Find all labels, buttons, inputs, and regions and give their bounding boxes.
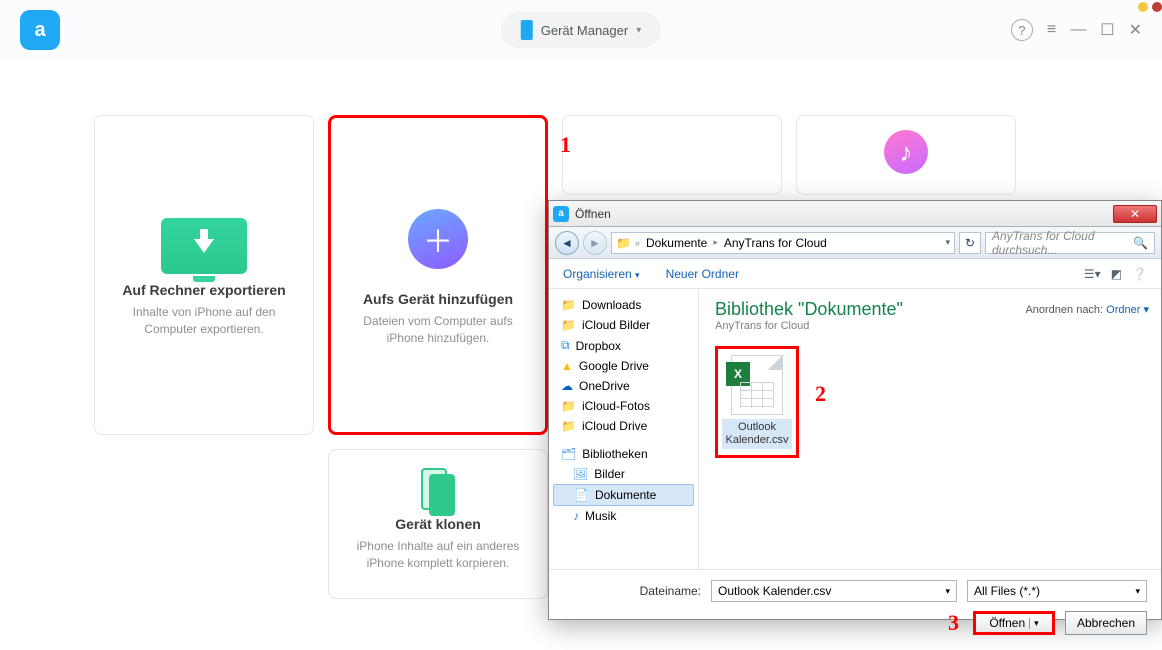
folder-icon: 📁	[561, 298, 576, 312]
search-placeholder: AnyTrans for Cloud durchsuch...	[992, 229, 1133, 257]
folder-tree: 📁Downloads 📁iCloud Bilder ⧉Dropbox ▲Goog…	[549, 289, 699, 569]
phone-icon	[521, 20, 533, 40]
dropbox-icon: ⧉	[561, 338, 570, 353]
app-topbar: a Gerät Manager ▾ ? ≡ — ☐ ✕	[0, 0, 1162, 60]
app-logo: a	[20, 10, 60, 50]
file-list-pane: Bibliothek "Dokumente" AnyTrans for Clou…	[699, 289, 1161, 569]
google-drive-icon: ▲	[561, 359, 573, 373]
file-outlook-kalender[interactable]: X Outlook Kalender.csv	[715, 346, 799, 458]
dialog-app-icon: a	[553, 206, 569, 222]
filename-label: Dateiname:	[640, 584, 701, 598]
organize-menu[interactable]: Organisieren ▾	[563, 267, 640, 281]
folder-icon: 📁	[561, 318, 576, 332]
tree-downloads[interactable]: 📁Downloads	[553, 295, 694, 315]
preview-pane-icon[interactable]: ◩	[1111, 267, 1122, 281]
view-mode-icon[interactable]: ☰▾	[1084, 267, 1101, 281]
folder-icon: 📁	[561, 399, 576, 413]
bc-sep: «	[635, 238, 640, 248]
card-clone-desc: iPhone Inhalte auf ein anderes iPhone ko…	[347, 538, 529, 572]
help-small-icon[interactable]: ❔	[1132, 267, 1147, 281]
music-lib-icon: ♪	[573, 509, 579, 523]
dialog-nav: ◄ ► 📁 « Dokumente ▸ AnyTrans for Cloud ▾…	[549, 227, 1161, 259]
new-folder-button[interactable]: Neuer Ordner	[666, 267, 739, 281]
phone-stack-icon	[421, 468, 455, 516]
filename-input[interactable]: Outlook Kalender.csv▾	[711, 580, 957, 602]
card-music[interactable]: ♪	[796, 115, 1016, 195]
tree-musik[interactable]: ♪Musik	[553, 506, 694, 526]
device-selector[interactable]: Gerät Manager ▾	[501, 12, 661, 48]
menu-icon[interactable]: ≡	[1047, 21, 1056, 39]
content-subheading: AnyTrans for Cloud	[715, 320, 1145, 332]
tree-dropbox[interactable]: ⧉Dropbox	[553, 335, 694, 356]
card-clone[interactable]: Gerät klonen iPhone Inhalte auf ein ande…	[328, 449, 548, 599]
music-icon: ♪	[884, 130, 928, 174]
chevron-down-icon: ▾	[636, 25, 641, 36]
card-hidden-1	[562, 115, 782, 195]
cancel-button[interactable]: Abbrechen	[1065, 611, 1147, 635]
nav-back-button[interactable]: ◄	[555, 231, 579, 255]
folder-icon: 📁	[561, 419, 576, 433]
open-button[interactable]: Öffnen ▾	[973, 611, 1055, 635]
dialog-close-button[interactable]: ✕	[1113, 205, 1157, 223]
dialog-body: 📁Downloads 📁iCloud Bilder ⧉Dropbox ▲Goog…	[549, 289, 1161, 569]
annotation-2: 2	[815, 381, 826, 407]
plus-icon: ＋	[408, 209, 468, 269]
annotation-1: 1	[560, 132, 571, 158]
tree-dokumente[interactable]: 📄Dokumente	[553, 484, 694, 506]
nav-forward-button[interactable]: ►	[583, 231, 607, 255]
libraries-icon: 🗂	[561, 447, 576, 461]
annotation-3: 3	[948, 610, 959, 636]
onedrive-icon: ☁	[561, 379, 573, 393]
dialog-toolbar: Organisieren ▾ Neuer Ordner ☰▾ ◩ ❔	[549, 259, 1161, 289]
card-add-title: Aufs Gerät hinzufügen	[363, 291, 513, 307]
breadcrumb[interactable]: 📁 « Dokumente ▸ AnyTrans for Cloud ▾	[611, 232, 955, 254]
maximize-icon[interactable]: ☐	[1100, 20, 1114, 40]
file-open-dialog: a Öffnen ✕ ◄ ► 📁 « Dokumente ▸ AnyTrans …	[548, 200, 1162, 620]
folder-icon: 📁	[616, 236, 631, 250]
card-add-desc: Dateien vom Computer aufs iPhone hinzufü…	[349, 313, 527, 347]
tree-libraries[interactable]: 🗂Bibliotheken	[553, 444, 694, 464]
bc-dropdown-icon[interactable]: ▾	[945, 237, 950, 248]
device-label: Gerät Manager	[541, 23, 628, 38]
view-icons: ☰▾ ◩ ❔	[1084, 267, 1147, 281]
monitor-icon	[161, 218, 247, 274]
window-controls: ? ≡ — ☐ ✕	[1011, 19, 1142, 41]
tree-icloud-fotos[interactable]: 📁iCloud-Fotos	[553, 396, 694, 416]
bc-arrow: ▸	[713, 237, 718, 248]
dialog-title: Öffnen	[575, 207, 1113, 221]
arrange-by: Anordnen nach: Ordner ▾	[1025, 303, 1149, 316]
documents-icon: 📄	[574, 488, 589, 502]
tree-google-drive[interactable]: ▲Google Drive	[553, 356, 694, 376]
tree-icloud-drive[interactable]: 📁iCloud Drive	[553, 416, 694, 436]
arrange-dropdown[interactable]: Ordner ▾	[1106, 304, 1149, 316]
search-input[interactable]: AnyTrans for Cloud durchsuch... 🔍	[985, 232, 1155, 254]
search-icon: 🔍	[1133, 236, 1148, 250]
close-icon[interactable]: ✕	[1129, 20, 1142, 40]
card-export[interactable]: Auf Rechner exportieren Inhalte von iPho…	[94, 115, 314, 435]
filetype-filter[interactable]: All Files (*.*)▾	[967, 580, 1147, 602]
card-export-desc: Inhalte von iPhone auf den Computer expo…	[113, 304, 295, 338]
misc-dots	[1138, 2, 1162, 12]
tree-bilder[interactable]: 🖼Bilder	[553, 464, 694, 484]
card-add-to-device[interactable]: ＋ Aufs Gerät hinzufügen Dateien vom Comp…	[328, 115, 548, 435]
card-export-title: Auf Rechner exportieren	[122, 282, 285, 298]
pictures-icon: 🖼	[573, 467, 588, 481]
card-clone-title: Gerät klonen	[395, 516, 481, 532]
col-add-clone: ＋ Aufs Gerät hinzufügen Dateien vom Comp…	[328, 115, 548, 599]
minimize-icon[interactable]: —	[1070, 21, 1086, 39]
bc-seg-0[interactable]: Dokumente	[644, 236, 709, 250]
tree-icloud-bilder[interactable]: 📁iCloud Bilder	[553, 315, 694, 335]
help-icon[interactable]: ?	[1011, 19, 1033, 41]
refresh-button[interactable]: ↻	[959, 232, 981, 254]
csv-file-icon: X	[731, 355, 783, 415]
dialog-footer: Dateiname: Outlook Kalender.csv▾ All Fil…	[549, 569, 1161, 650]
bc-seg-1[interactable]: AnyTrans for Cloud	[722, 236, 829, 250]
tree-onedrive[interactable]: ☁OneDrive	[553, 376, 694, 396]
dialog-titlebar: a Öffnen ✕	[549, 201, 1161, 227]
file-name-label: Outlook Kalender.csv	[722, 419, 792, 449]
